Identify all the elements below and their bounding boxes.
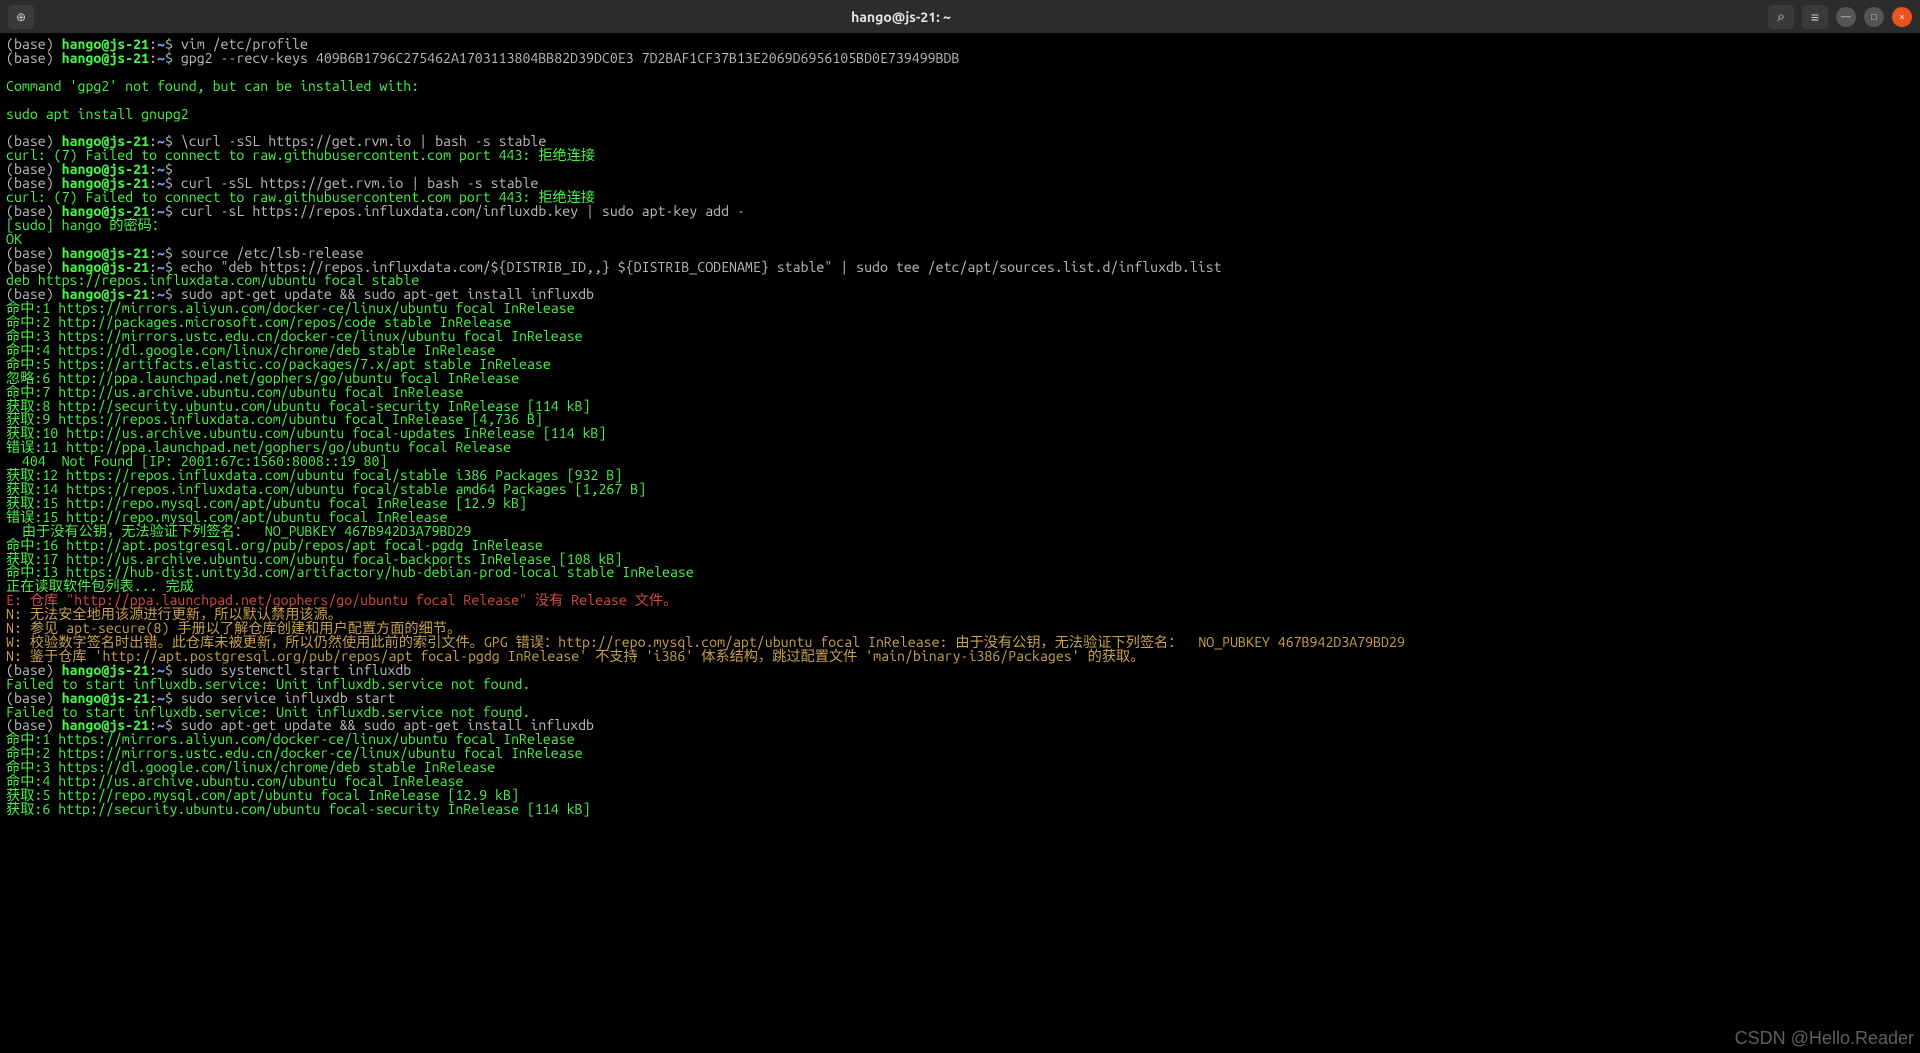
maximize-button[interactable]: □ [1864, 7, 1884, 27]
terminal-line: (base) hango@js-21:~$ gpg2 --recv-keys 4… [6, 52, 1914, 66]
close-button[interactable]: × [1892, 7, 1912, 27]
terminal-line: 获取:6 http://security.ubuntu.com/ubuntu f… [6, 803, 1914, 817]
output-text: 获取:6 http://security.ubuntu.com/ubuntu f… [6, 801, 591, 817]
window-titlebar: ⊕ hango@js-21: ~ ⌕ ≡ — □ × [0, 0, 1920, 33]
hamburger-menu-button[interactable]: ≡ [1802, 5, 1828, 29]
new-tab-icon: ⊕ [16, 10, 26, 24]
command-text: gpg2 --recv-keys 409B6B1796C275462A17031… [181, 50, 960, 66]
command-text: curl -sL https://repos.influxdata.com/in… [181, 203, 745, 219]
output-text: sudo apt install gnupg2 [6, 106, 189, 122]
titlebar-left: ⊕ [8, 5, 34, 29]
terminal-line: 命中:13 https://hub-dist.unity3d.com/artif… [6, 566, 1914, 580]
close-icon: × [1899, 11, 1905, 22]
terminal-body[interactable]: (base) hango@js-21:~$ vim /etc/profile(b… [0, 33, 1920, 1053]
minimize-icon: — [1841, 11, 1851, 22]
output-text: Command 'gpg2' not found, but can be ins… [6, 78, 419, 94]
menu-icon: ≡ [1811, 9, 1819, 25]
terminal-line: (base) hango@js-21:~$ curl -sL https://r… [6, 205, 1914, 219]
terminal-line: [sudo] hango 的密码： [6, 219, 1914, 233]
search-icon: ⌕ [1777, 8, 1785, 25]
search-button[interactable]: ⌕ [1768, 5, 1794, 29]
terminal-line [6, 94, 1914, 108]
terminal-line: sudo apt install gnupg2 [6, 108, 1914, 122]
titlebar-right: ⌕ ≡ — □ × [1768, 5, 1912, 29]
output-text: [sudo] hango 的密码： [6, 217, 166, 233]
terminal-line: Command 'gpg2' not found, but can be ins… [6, 80, 1914, 94]
maximize-icon: □ [1871, 11, 1877, 23]
watermark: CSDN @Hello.Reader [1735, 1028, 1914, 1049]
terminal-line: curl: (7) Failed to connect to raw.githu… [6, 149, 1914, 163]
minimize-button[interactable]: — [1836, 7, 1856, 27]
new-tab-button[interactable]: ⊕ [8, 5, 34, 29]
window-title: hango@js-21: ~ [34, 9, 1768, 25]
